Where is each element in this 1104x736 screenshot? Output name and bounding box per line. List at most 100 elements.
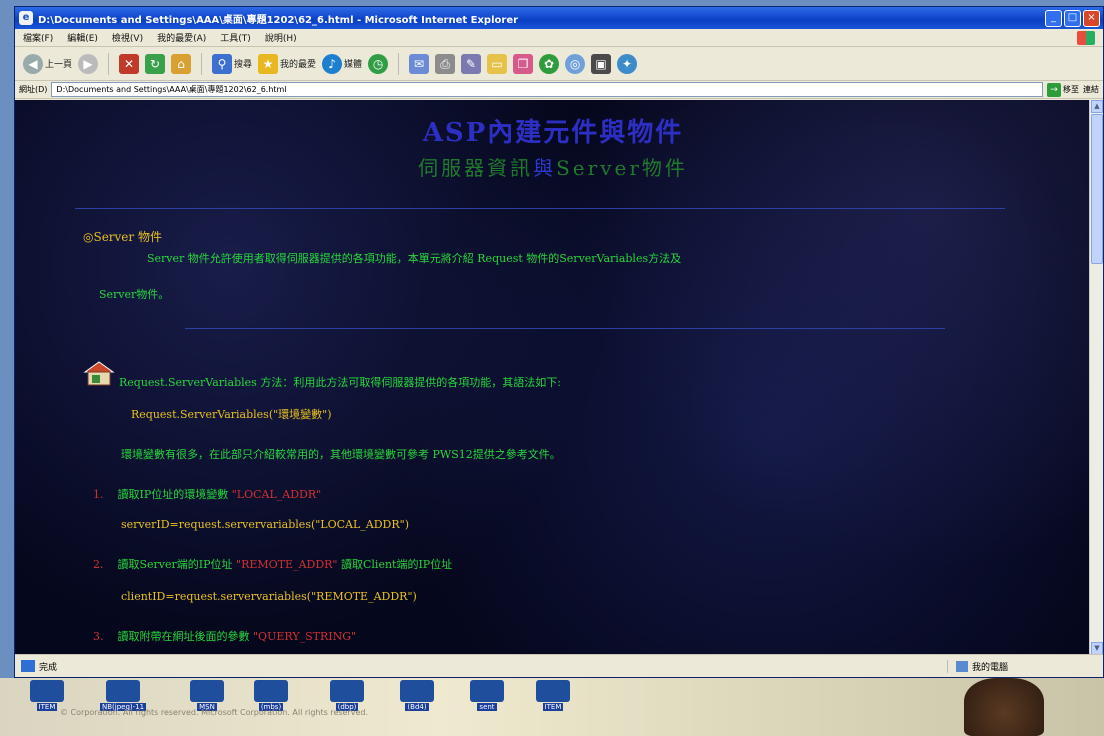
document-icon: [470, 680, 504, 702]
item-key: "QUERY_STRING": [253, 630, 357, 643]
wallpaper-boot: [964, 678, 1044, 736]
code-line: serverID=request.servervariables("LOCAL_…: [121, 518, 410, 531]
stop-icon: ✕: [119, 53, 140, 74]
bluetooth-button[interactable]: ✦: [617, 53, 638, 74]
research-button[interactable]: ❐: [513, 53, 534, 74]
vertical-scrollbar[interactable]: ▲ ▼: [1089, 100, 1103, 655]
menu-favorites[interactable]: 我的最愛(A): [157, 31, 206, 44]
folder-icon: ▭: [487, 53, 508, 74]
list-item: 3. 讀取附帶在網址後面的參數 "QUERY_STRING": [93, 628, 356, 644]
desktop-icon[interactable]: (dbp): [330, 680, 364, 711]
item-number: 3.: [93, 630, 104, 643]
menu-file[interactable]: 檔案(F): [23, 31, 53, 44]
links-button[interactable]: 連結: [1083, 84, 1099, 95]
list-item: 2. 讀取Server端的IP位址 "REMOTE_ADDR" 讀取Client…: [93, 556, 452, 572]
media-label: 媒體: [344, 60, 363, 70]
title-bar[interactable]: e D:\Documents and Settings\AAA\桌面\專題120…: [15, 7, 1103, 29]
window-button[interactable]: ▣: [591, 53, 612, 74]
desktop-icon[interactable]: MSN: [190, 680, 224, 711]
mail-button[interactable]: ✉: [409, 53, 430, 74]
forward-button[interactable]: ▶: [78, 53, 99, 74]
ie-window: e D:\Documents and Settings\AAA\桌面\專題120…: [14, 6, 1104, 678]
history-button[interactable]: ◷: [368, 53, 389, 74]
chat-button[interactable]: ◎: [565, 53, 586, 74]
star-icon: ★: [258, 53, 279, 74]
refresh-icon: ↻: [145, 53, 166, 74]
divider-line: [185, 328, 945, 329]
document-icon: [330, 680, 364, 702]
search-icon: ⚲: [212, 53, 233, 74]
note-line: 環境變數有很多，在此部只介紹較常用的，其他環境變數可參考 PWS12提供之參考文…: [121, 448, 561, 461]
favorites-label: 我的最愛: [280, 60, 317, 70]
toolbar-divider: [398, 52, 400, 75]
scroll-up-icon[interactable]: ▲: [1091, 100, 1103, 113]
address-input[interactable]: [51, 82, 1043, 97]
go-arrow-icon: →: [1047, 82, 1061, 97]
menu-help[interactable]: 說明(H): [265, 31, 297, 44]
window-icon: ▣: [591, 53, 612, 74]
code-line: clientID=request.servervariables("REMOTE…: [121, 590, 417, 603]
folder-icon: [30, 680, 64, 702]
toolbar-divider: [201, 52, 203, 75]
list-item: 1. 讀取IP位址的環境變數 "LOCAL_ADDR": [93, 486, 321, 502]
back-arrow-icon: ◀: [23, 53, 43, 74]
print-icon: ⎙: [435, 53, 456, 74]
address-bar: 網址(D) → 移至 連結: [15, 81, 1103, 99]
refresh-button[interactable]: ↻: [145, 53, 166, 74]
item-number: 1.: [93, 488, 104, 501]
folder-icon: [106, 680, 141, 702]
research-icon: ❐: [513, 53, 534, 74]
desktop-icon[interactable]: sent: [470, 680, 504, 711]
window-title: D:\Documents and Settings\AAA\桌面\專題1202\…: [38, 14, 519, 26]
ie-logo-icon: e: [19, 11, 33, 25]
document-icon: [400, 680, 434, 702]
back-label: 上一頁: [45, 60, 73, 70]
back-button[interactable]: ◀ 上一頁: [23, 53, 73, 74]
scroll-thumb[interactable]: [1091, 114, 1103, 264]
edit-button[interactable]: ✎: [461, 53, 482, 74]
bluetooth-icon: ✦: [617, 53, 638, 74]
item-number: 2.: [93, 558, 104, 571]
search-label: 搜尋: [234, 60, 253, 70]
go-button[interactable]: → 移至: [1047, 82, 1079, 97]
folder-button[interactable]: ▭: [487, 53, 508, 74]
intro-line-2: Server物件。: [99, 288, 170, 301]
desktop-icon[interactable]: (mbs): [254, 680, 288, 711]
menu-edit[interactable]: 編輯(E): [67, 31, 98, 44]
messenger-icon: ✿: [539, 53, 560, 74]
zone-label: 我的電腦: [972, 662, 1009, 673]
menu-bar: 檔案(F) 編輯(E) 檢視(V) 我的最愛(A) 工具(T) 說明(H): [15, 29, 1103, 47]
search-button[interactable]: ⚲ 搜尋: [212, 53, 253, 74]
status-bar: 完成 我的電腦: [15, 654, 1103, 677]
desktop-icon[interactable]: ITEM: [536, 680, 570, 711]
desktop-icon[interactable]: (Bd4): [400, 680, 434, 711]
media-button[interactable]: ♪ 媒體: [322, 53, 363, 74]
page-subtitle: 伺服器資訊與Server物件: [15, 152, 1091, 181]
chat-icon: ◎: [565, 53, 586, 74]
minimize-button[interactable]: _: [1045, 9, 1062, 27]
status-text: 完成: [39, 662, 58, 673]
address-label: 網址(D): [19, 85, 48, 94]
toolbar-divider: [108, 52, 110, 75]
mail-icon: ✉: [409, 53, 430, 74]
item-text: 讀取附帶在網址後面的參數: [117, 630, 250, 643]
close-button[interactable]: ×: [1083, 9, 1100, 27]
messenger-button[interactable]: ✿: [539, 53, 560, 74]
home-button[interactable]: ⌂: [171, 53, 192, 74]
toolbar: ◀ 上一頁 ▶ ✕ ↻ ⌂ ⚲ 搜尋 ★ 我的最愛 ♪ 媒體 ◷ ✉ ⎙ ✎ ▭…: [15, 47, 1103, 81]
print-button[interactable]: ⎙: [435, 53, 456, 74]
page-content[interactable]: ASP內建元件與物件 伺服器資訊與Server物件 ◎Server 物件 Ser…: [15, 100, 1091, 655]
copyright-text: © Corporation. All rights reserved. Micr…: [60, 708, 369, 717]
desktop-icon[interactable]: ITEM: [30, 680, 64, 711]
favorites-button[interactable]: ★ 我的最愛: [258, 53, 317, 74]
item-key: "LOCAL_ADDR": [231, 488, 322, 501]
desktop-icon[interactable]: NB(jpeg)-11: [100, 680, 147, 711]
menu-view[interactable]: 檢視(V): [112, 31, 143, 44]
intro-line-1: Server 物件允許使用者取得伺服器提供的各項功能，本單元將介紹 Reques…: [147, 252, 682, 265]
divider-line: [75, 208, 1005, 209]
house-bullet-icon: [83, 361, 115, 386]
maximize-button[interactable]: □: [1064, 9, 1081, 27]
forward-arrow-icon: ▶: [78, 53, 99, 74]
menu-tools[interactable]: 工具(T): [220, 31, 251, 44]
stop-button[interactable]: ✕: [119, 53, 140, 74]
